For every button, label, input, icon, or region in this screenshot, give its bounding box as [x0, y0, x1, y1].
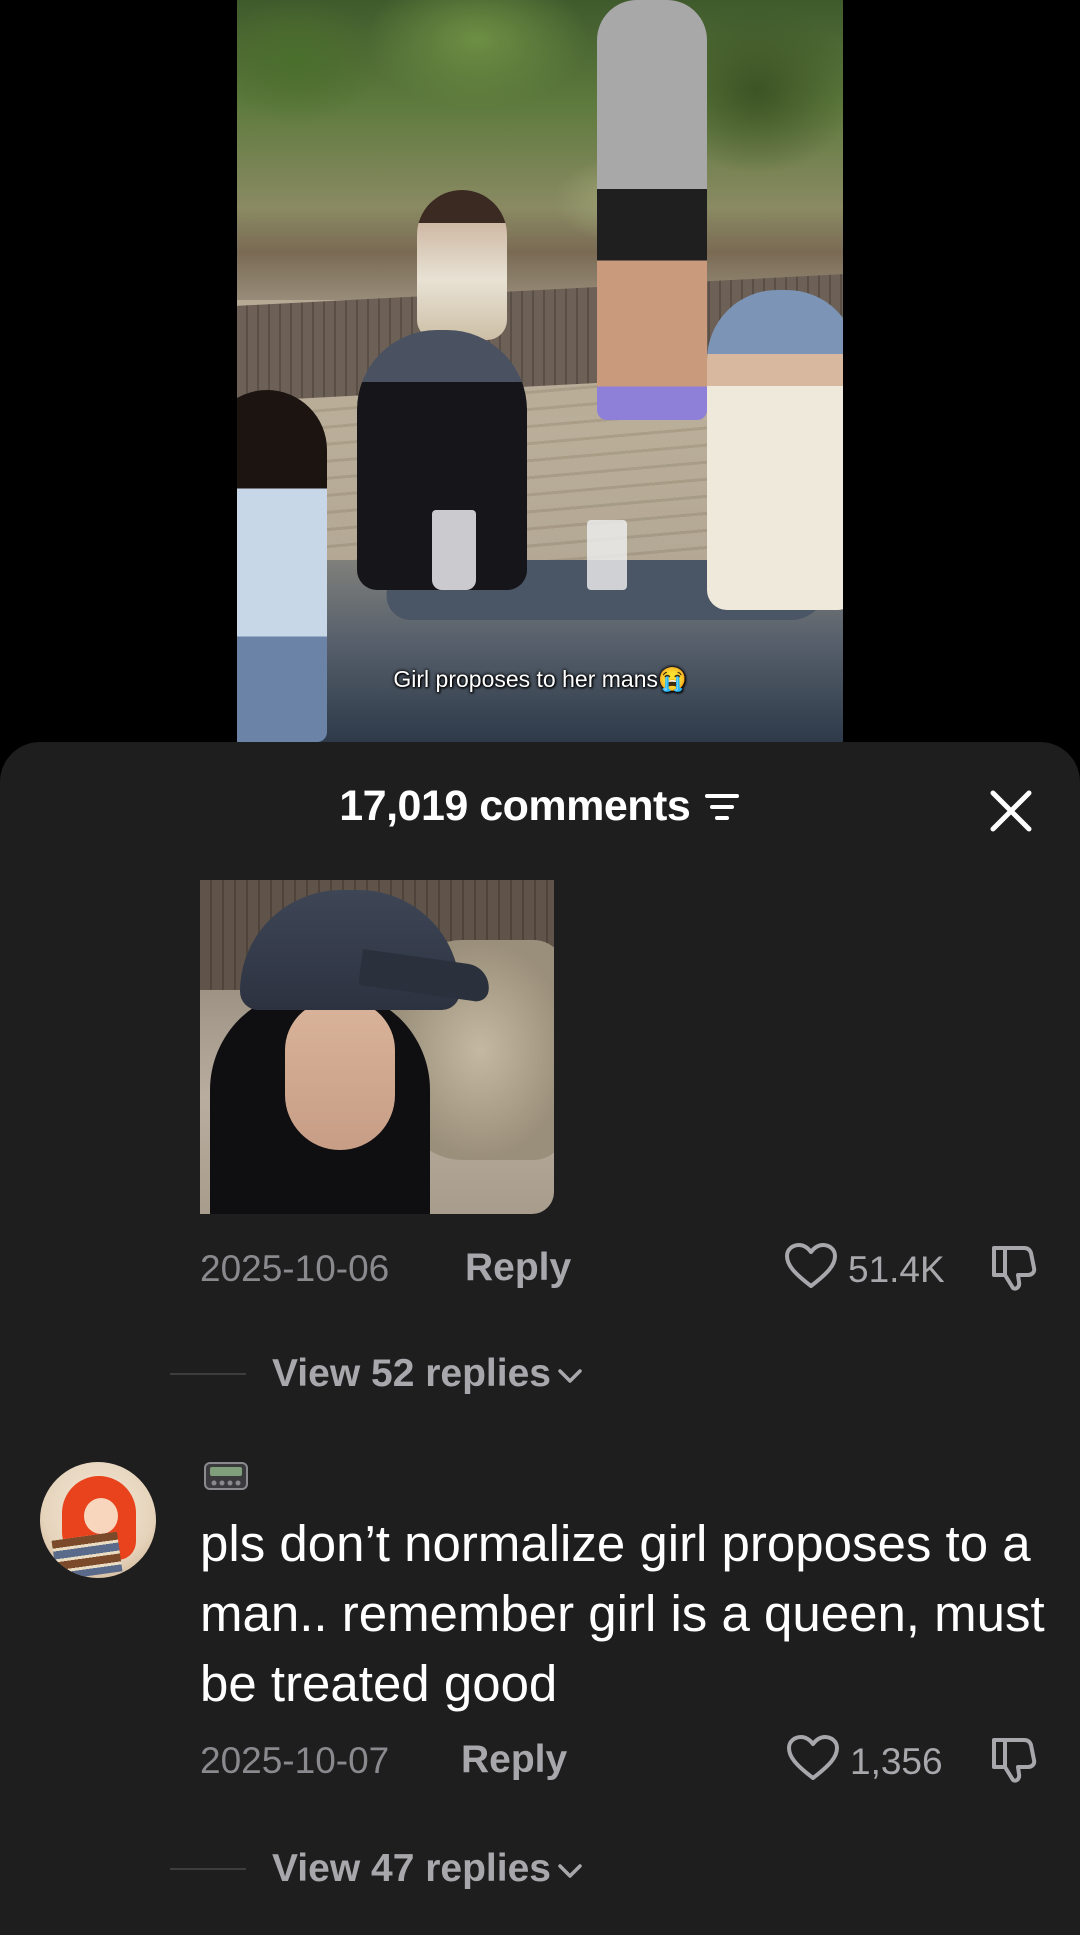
avatar[interactable]: [40, 1462, 156, 1578]
like-count: 1,356: [850, 1741, 943, 1782]
video-caption: Girl proposes to her mans😭: [393, 666, 687, 692]
pager-icon: [204, 1462, 248, 1490]
comments-sheet: 17,019 comments 2025-10-06 Reply 51.4K V…: [0, 742, 1080, 1935]
video-cup-2: [587, 520, 627, 590]
like-count: 51.4K: [848, 1249, 945, 1290]
heart-icon: [785, 1243, 837, 1288]
video-standing-man: [597, 0, 707, 420]
replies-divider: [170, 1373, 246, 1375]
video-frame[interactable]: [237, 0, 843, 742]
avatar-face: [84, 1498, 118, 1534]
avatar-books: [51, 1531, 123, 1578]
image-face: [285, 1000, 395, 1150]
video-kneeling-woman: [417, 190, 507, 340]
reply-button[interactable]: Reply: [465, 1246, 571, 1290]
comment-image[interactable]: [200, 880, 554, 1214]
comment-text: pls don’t normalize girl proposes to a m…: [200, 1515, 1045, 1712]
comments-header: 17,019 comments: [0, 782, 1080, 842]
comment-meta-row: 2025-10-07 Reply 1,356: [200, 1732, 1040, 1784]
video-cup: [432, 510, 476, 590]
video-player[interactable]: Girl proposes to her mans😭: [0, 0, 1080, 742]
chevron-down-icon: [558, 1368, 582, 1383]
close-icon[interactable]: [988, 788, 1034, 834]
dislike-icon[interactable]: [988, 1240, 1040, 1292]
comment-date: 2025-10-06: [200, 1248, 390, 1289]
replies-divider: [170, 1868, 246, 1870]
comments-count: 17,019 comments: [339, 782, 691, 830]
dislike-icon[interactable]: [988, 1732, 1040, 1784]
heart-icon: [787, 1735, 839, 1780]
chevron-down-icon: [558, 1863, 582, 1878]
filter-lines-icon[interactable]: [704, 792, 741, 822]
video-foliage: [237, 0, 843, 300]
video-seated-man-cap: [707, 290, 843, 610]
comment-meta-row: 2025-10-06 Reply 51.4K: [200, 1240, 1040, 1292]
comment-date: 2025-10-07: [200, 1740, 390, 1781]
reply-button[interactable]: Reply: [461, 1738, 567, 1782]
view-replies-label: View 47 replies: [272, 1847, 583, 1891]
view-replies-label: View 52 replies: [272, 1352, 583, 1396]
